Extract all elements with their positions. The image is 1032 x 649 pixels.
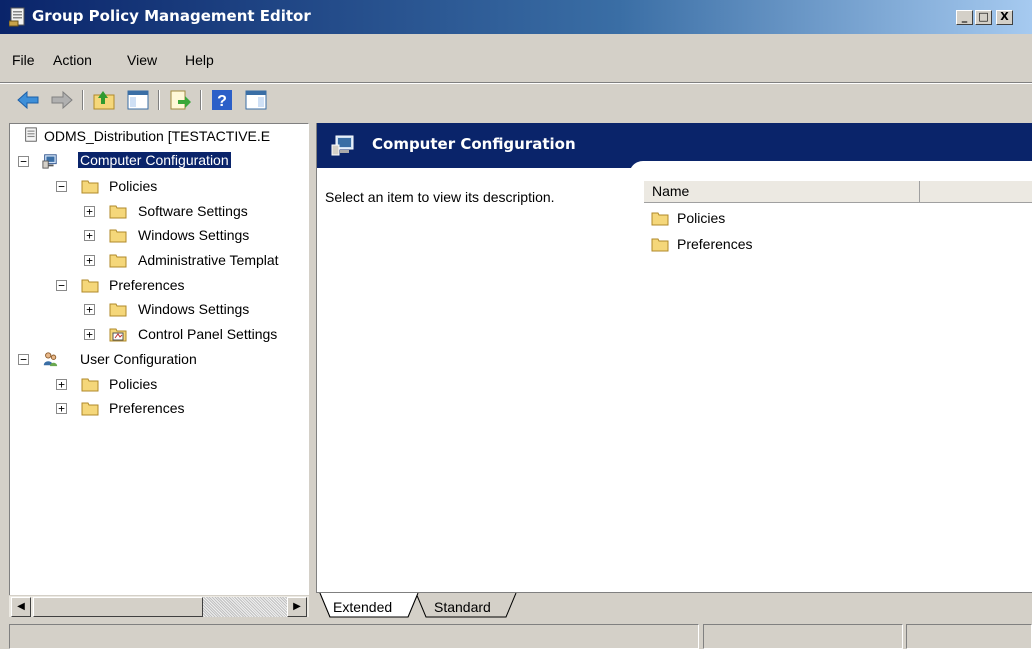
back-arrow-icon[interactable] [16,88,40,112]
list-item-label: Policies [677,210,726,226]
toolbar-separator [200,90,202,110]
show-hide-console-tree-icon[interactable] [126,88,150,112]
expand-toggle[interactable]: + [84,329,95,340]
scrollbar-thumb[interactable] [33,597,203,617]
status-panel-3 [906,624,1032,649]
menu-bar: File Action View Help [0,38,1032,83]
list-item-label: Preferences [677,236,753,252]
expand-toggle[interactable]: + [56,403,67,414]
tree-horizontal-scrollbar[interactable]: ◀ ▶ [9,595,309,617]
window-title: Group Policy Management Editor [32,7,311,25]
maximize-button[interactable]: □ [975,10,992,25]
toolbar-separator [82,90,84,110]
gpo-editor-icon [9,7,25,27]
tree-root-label: ODMS_Distribution [TESTACTIVE.E [44,128,271,144]
tree-item-software-settings[interactable]: + Software Settings [10,201,308,223]
menu-help[interactable]: Help [185,52,214,68]
status-bar [0,620,1032,649]
view-tabs: Extended Standard [316,592,1032,619]
tree-item-cc-preferences[interactable]: − Preferences [10,275,308,297]
expand-toggle[interactable]: + [84,230,95,241]
tree-label-software-settings: Software Settings [138,203,248,219]
tree-label-uc-policies: Policies [109,376,158,392]
tree-item-administrative-templates[interactable]: + Administrative Templat [10,250,308,272]
tree-label-cc-preferences: Preferences [109,277,185,293]
tree-item-user-configuration[interactable]: − User Configuration [10,349,308,371]
tab-standard-label: Standard [434,599,491,615]
tab-extended[interactable]: Extended [316,593,420,617]
details-pane: Computer Configuration Select an item to… [316,123,1032,617]
folder-icon [81,378,99,392]
collapse-toggle[interactable]: − [56,181,67,192]
console-tree[interactable]: ODMS_Distribution [TESTACTIVE.E − Comput… [9,123,309,617]
column-header-name[interactable]: Name [644,181,920,203]
expand-toggle[interactable]: + [56,379,67,390]
tree-label-computer-configuration: Computer Configuration [77,151,232,169]
svg-text:?: ? [217,93,227,110]
forward-arrow-icon[interactable] [50,88,74,112]
status-panel-2 [703,624,903,649]
folder-icon [651,212,669,226]
tree-label-administrative-templates: Administrative Templat [138,252,279,268]
folder-icon [109,205,127,219]
title-bar[interactable]: Group Policy Management Editor _ □ X [0,0,1032,34]
users-icon [43,352,58,367]
menu-file[interactable]: File [12,52,35,68]
menu-view[interactable]: View [127,52,157,68]
tree-item-cc-policies[interactable]: − Policies [10,176,308,198]
tree-label-control-panel-settings: Control Panel Settings [138,326,278,342]
tree-item-computer-configuration[interactable]: − Computer Configuration [10,151,308,173]
computer-icon [331,135,354,156]
folder-icon [81,402,99,416]
control-panel-folder-icon [109,328,127,342]
tree-label-windows-settings: Windows Settings [138,227,250,243]
tree-item-uc-policies[interactable]: + Policies [10,374,308,396]
folder-icon [109,303,127,317]
expand-toggle[interactable]: + [84,206,95,217]
tree-label-user-configuration: User Configuration [80,351,197,367]
gpo-document-icon [25,127,37,142]
tree-item-windows-settings[interactable]: + Windows Settings [10,225,308,247]
tree-label-cc-policies: Policies [109,178,158,194]
folder-icon [109,254,127,268]
scroll-left-button[interactable]: ◀ [11,597,31,617]
status-panel-main [9,624,699,649]
minimize-button[interactable]: _ [956,10,973,25]
scroll-right-button[interactable]: ▶ [287,597,307,617]
column-header-filler [920,181,1032,203]
tree-label-pref-windows-settings: Windows Settings [138,301,250,317]
menu-action[interactable]: Action [53,52,92,68]
folder-icon [109,229,127,243]
expand-toggle[interactable]: + [84,255,95,266]
tree-item-control-panel-settings[interactable]: + Control Panel Settings [10,324,308,346]
tree-root[interactable]: ODMS_Distribution [TESTACTIVE.E [10,126,308,148]
tree-item-pref-windows-settings[interactable]: + Windows Settings [10,299,308,321]
tab-extended-label: Extended [333,599,393,615]
description-text: Select an item to view its description. [325,189,555,205]
mmc-window: Group Policy Management Editor _ □ X Fil… [0,0,1032,649]
computer-icon [42,154,57,169]
details-header-title: Computer Configuration [372,135,576,153]
tree-label-uc-preferences: Preferences [109,400,185,416]
expand-toggle[interactable]: + [84,304,95,315]
collapse-toggle[interactable]: − [18,156,29,167]
toolbar: ? [0,83,1032,117]
folder-icon [81,279,99,293]
export-list-icon[interactable] [168,88,192,112]
tree-item-uc-preferences[interactable]: + Preferences [10,398,308,420]
up-folder-icon[interactable] [92,88,116,112]
folder-icon [81,180,99,194]
close-button[interactable]: X [996,10,1013,25]
show-action-pane-icon[interactable] [244,88,268,112]
toolbar-separator [158,90,160,110]
folder-icon [651,238,669,252]
help-icon[interactable]: ? [210,88,234,112]
collapse-toggle[interactable]: − [56,280,67,291]
tab-standard[interactable]: Standard [420,593,520,617]
scrollbar-track[interactable] [203,597,287,617]
collapse-toggle[interactable]: − [18,354,29,365]
